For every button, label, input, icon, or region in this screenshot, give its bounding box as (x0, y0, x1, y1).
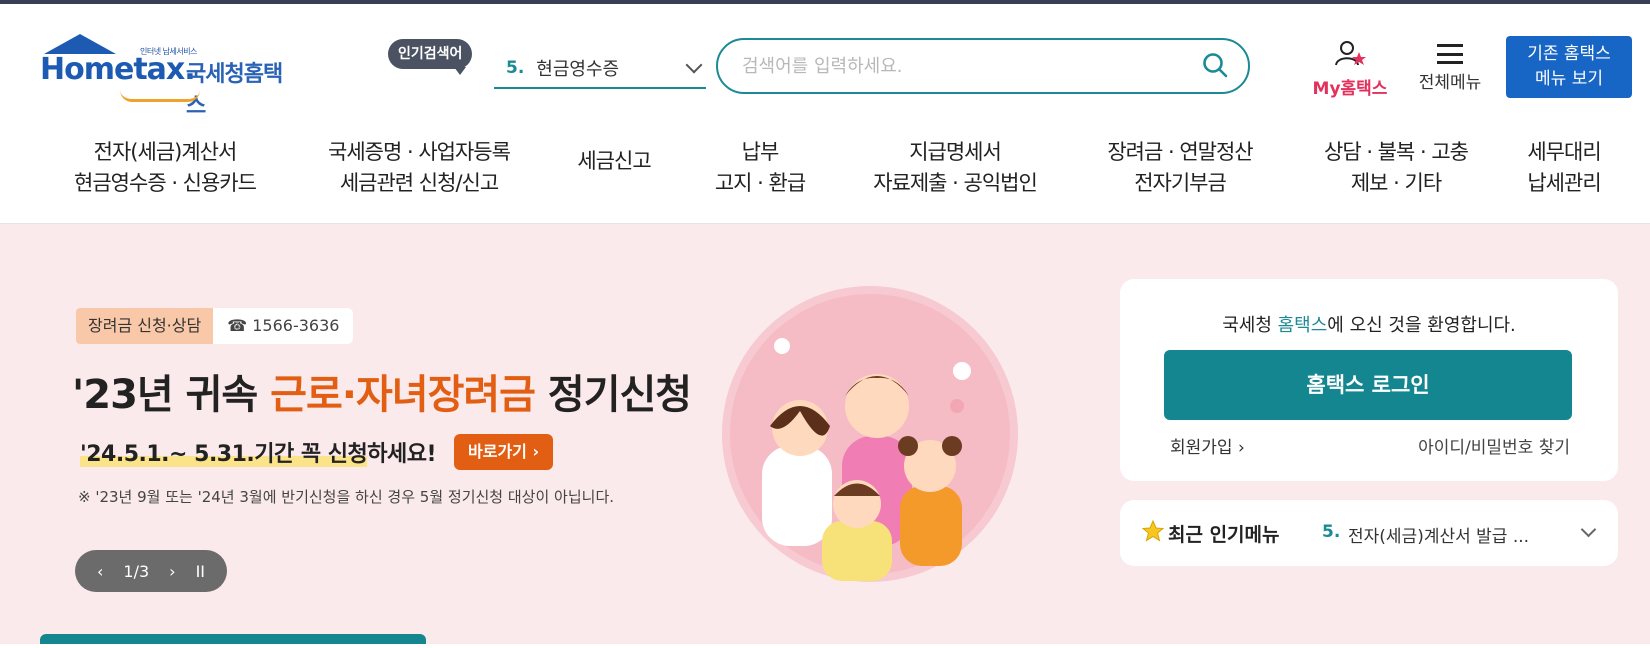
logo-brand-kr: 국세청홈택스 (186, 62, 283, 119)
chevron-down-icon (685, 56, 703, 74)
all-menu-label: 전체메뉴 (1418, 73, 1482, 93)
main-area: 장려금 신청·상담 ☎ 1566-3636 '23년 귀속 근로·자녀장려금 정… (0, 224, 1650, 644)
banner-phone: ☎ 1566-3636 (213, 308, 354, 344)
gnb-item-tax-return[interactable]: 세금신고 (568, 146, 660, 177)
gnb-label: 상담 · 불복 · 고충 (1324, 139, 1469, 164)
gnb-label: 장려금 · 연말정산 (1107, 139, 1253, 164)
gnb-item-incentive[interactable]: 장려금 · 연말정산 전자기부금 (1090, 137, 1270, 199)
signup-link[interactable]: 회원가입 › (1170, 433, 1245, 458)
banner-title-pre: '23년 귀속 (72, 372, 271, 418)
search-box (716, 38, 1250, 94)
gnb-label: 지급명세서 (909, 139, 1002, 164)
gnb-label: 자료제출 · 공익법인 (873, 170, 1038, 195)
hamburger-icon (1437, 44, 1463, 64)
gnb-label: 납부 (741, 139, 780, 164)
gnb-label: 고지 · 환급 (714, 170, 806, 195)
header: 인터넷 납세서비스 Hometax. 국세청홈택스 인기검색어 5. 현금영수증… (0, 4, 1650, 119)
my-hometax-button[interactable]: My홈택스 (1306, 40, 1394, 99)
banner-title-post: 정기신청 (534, 372, 692, 418)
logo-roof-icon (44, 34, 116, 54)
gnb-label: 납세관리 (1527, 170, 1601, 195)
find-id-password-link[interactable]: 아이디/비밀번호 찾기 (1418, 433, 1570, 458)
popular-rank: 5. (506, 58, 525, 78)
chevron-down-icon (1580, 521, 1597, 538)
popular-search-dropdown[interactable]: 5. 현금영수증 (494, 49, 706, 89)
recent-menu-rank: 5. (1322, 522, 1341, 542)
welcome-text: 국세청 홈택스에 오신 것을 환영합니다. (1120, 311, 1618, 337)
slider-prev-icon[interactable]: ‹ (97, 562, 103, 581)
recent-popular-menu[interactable]: 최근 인기메뉴 5. 전자(세금)계산서 발급 ... (1120, 500, 1618, 566)
welcome-post: 에 오신 것을 환영합니다. (1327, 315, 1516, 336)
gnb-item-payment[interactable]: 납부 고지 · 환급 (700, 137, 820, 199)
banner-sub-rest: 하세요! (367, 442, 437, 467)
all-menu-button[interactable]: 전체메뉴 (1410, 40, 1490, 93)
banner-subtitle: '24.5.1.~ 5.31.기간 꼭 신청하세요! (80, 436, 437, 468)
slider-pause-icon[interactable]: II (196, 562, 205, 581)
gnb-label: 세무대리 (1527, 139, 1601, 164)
gnb-label: 국세증명 · 사업자등록 (328, 139, 511, 164)
login-button[interactable]: 홈택스 로그인 (1164, 350, 1572, 420)
banner-title: '23년 귀속 근로·자녀장려금 정기신청 (72, 362, 692, 420)
gnb-label: 현금영수증 · 신용카드 (74, 170, 257, 195)
search-input[interactable] (742, 55, 1182, 77)
login-card: 국세청 홈택스에 오신 것을 환영합니다. 홈택스 로그인 회원가입 › 아이디… (1120, 279, 1618, 481)
gnb-label: 전자기부금 (1134, 170, 1227, 195)
goto-button[interactable]: 바로가기 › (454, 434, 554, 470)
gnb-item-e-invoice[interactable]: 전자(세금)계산서 현금영수증 · 신용카드 (60, 137, 270, 199)
popular-value: 현금영수증 (536, 59, 620, 80)
welcome-accent: 홈택스 (1277, 315, 1328, 336)
recent-menu-title: 최근 인기메뉴 (1168, 524, 1280, 546)
gnb-item-consulting[interactable]: 상담 · 불복 · 고충 제보 · 기타 (1306, 137, 1486, 199)
gnb-item-certificate[interactable]: 국세증명 · 사업자등록 세금관련 신청/신고 (314, 137, 524, 199)
logo-swoosh-icon (120, 90, 200, 102)
logo-brand: Hometax. (40, 52, 196, 87)
banner-sub-underlined: '24.5.1.~ 5.31.기간 꼭 신청 (80, 442, 368, 467)
banner-tag: 장려금 신청·상담 ☎ 1566-3636 (76, 308, 354, 344)
gnb-item-tax-agent[interactable]: 세무대리 납세관리 (1514, 137, 1614, 199)
my-hometax-label: My홈택스 (1312, 79, 1388, 99)
recent-menu-value: 전자(세금)계산서 발급 ... (1348, 527, 1530, 547)
search-icon[interactable] (1202, 52, 1228, 78)
bottom-tab-indicator (40, 634, 426, 644)
star-icon (1142, 520, 1164, 542)
user-icon (1335, 41, 1366, 66)
welcome-pre: 국세청 (1222, 315, 1278, 336)
legacy-line2: 메뉴 보기 (1535, 69, 1603, 89)
slider-control: ‹ 1/3 › II (75, 550, 227, 592)
gnb-label: 세금신고 (577, 149, 651, 173)
slider-position: 1/3 (123, 561, 150, 581)
legacy-line1: 기존 홈택스 (1527, 44, 1611, 64)
gnb-label: 제보 · 기타 (1350, 170, 1442, 195)
slider-next-icon[interactable]: › (169, 562, 175, 581)
legacy-menu-button[interactable]: 기존 홈택스 메뉴 보기 (1506, 36, 1632, 98)
banner-tag-label: 장려금 신청·상담 (76, 308, 214, 344)
gnb-label: 세금관련 신청/신고 (339, 170, 499, 195)
banner-title-highlight: 근로·자녀장려금 (270, 372, 536, 418)
popular-search-label: 인기검색어 (388, 39, 473, 75)
global-nav: 전자(세금)계산서 현금영수증 · 신용카드 국세증명 · 사업자등록 세금관련… (0, 112, 1650, 224)
hometax-logo[interactable]: 인터넷 납세서비스 Hometax. 국세청홈택스 (40, 34, 300, 119)
banner-note: ※ '23년 9월 또는 '24년 3월에 반기신청을 하신 경우 5월 정기신… (78, 488, 615, 506)
gnb-label: 전자(세금)계산서 (93, 139, 238, 164)
gnb-item-statements[interactable]: 지급명세서 자료제출 · 공익법인 (860, 137, 1050, 199)
family-illustration (722, 286, 1018, 582)
